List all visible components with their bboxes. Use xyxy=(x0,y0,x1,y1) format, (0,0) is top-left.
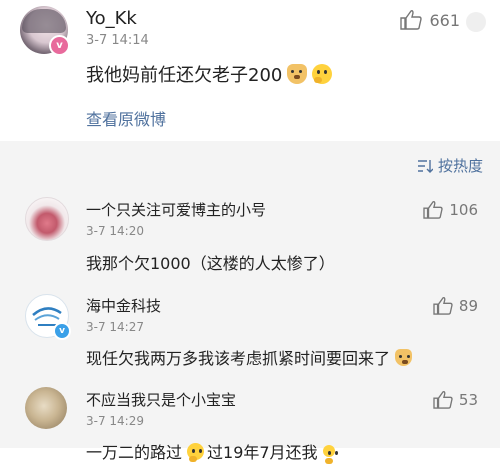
like-button[interactable]: 106 xyxy=(423,201,478,219)
avatar[interactable]: v xyxy=(20,6,70,56)
like-button[interactable]: 661 xyxy=(400,10,460,30)
avatar-image xyxy=(22,9,66,33)
main-comment: v Yo_Kk 3-7 14:14 661 我他妈前任还欠老子200 查看原微博 xyxy=(0,0,500,141)
reply-username[interactable]: 一个只关注可爱博主的小号 xyxy=(86,199,266,220)
reply-text: 现任欠我两万多我该考虑抓紧时间要回来了 xyxy=(86,345,413,369)
reply-time: 3-7 14:29 xyxy=(86,414,144,428)
sort-icon xyxy=(417,159,433,173)
reply-text-tail: 过19年7月还我 xyxy=(207,443,318,462)
thumbs-up-icon xyxy=(433,391,453,409)
verified-badge-icon: v xyxy=(53,322,71,340)
comment-text: 我他妈前任还欠老子200 xyxy=(86,61,333,87)
comment-text-content: 我他妈前任还欠老子200 xyxy=(86,65,283,86)
emoji-icon xyxy=(187,442,205,462)
reply-time: 3-7 14:27 xyxy=(86,320,144,334)
reply-text-content: 一万二的路过 xyxy=(86,443,183,462)
reply-text: 一万二的路过 过19年7月还我 xyxy=(86,439,335,464)
reply-username[interactable]: 不应当我只是个小宝宝 xyxy=(86,389,236,410)
more-icon[interactable] xyxy=(466,12,486,32)
comment-username[interactable]: Yo_Kk xyxy=(86,8,137,29)
doge-emoji-icon xyxy=(395,348,413,366)
verified-badge-icon: v xyxy=(49,35,70,56)
like-button[interactable]: 89 xyxy=(433,297,478,315)
emoji-icon xyxy=(322,445,335,464)
reply-text-content: 现任欠我两万多我该考虑抓紧时间要回来了 xyxy=(86,349,391,368)
reply-time: 3-7 14:20 xyxy=(86,224,144,238)
like-button[interactable]: 53 xyxy=(433,391,478,409)
like-count: 661 xyxy=(429,10,460,30)
avatar[interactable] xyxy=(25,387,67,429)
like-count: 89 xyxy=(458,297,478,315)
sort-label: 按热度 xyxy=(437,157,483,175)
comment-time: 3-7 14:14 xyxy=(86,33,149,48)
doge-emoji-icon xyxy=(287,64,308,84)
avatar[interactable]: v xyxy=(25,294,71,340)
sort-by-hot-button[interactable]: 按热度 xyxy=(417,155,483,176)
reply-text: 我那个欠1000（这楼的人太惨了） xyxy=(86,254,335,273)
like-count: 106 xyxy=(449,201,478,219)
thinking-emoji-icon xyxy=(312,64,333,84)
view-original-link[interactable]: 查看原微博 xyxy=(86,106,166,130)
avatar[interactable] xyxy=(25,197,69,241)
thumbs-up-icon xyxy=(400,10,423,30)
thumbs-up-icon xyxy=(433,297,453,315)
like-count: 53 xyxy=(458,391,478,409)
thumbs-up-icon xyxy=(423,201,444,219)
replies-panel: 按热度 一个只关注可爱博主的小号 3-7 14:20 106 我那个欠1000（… xyxy=(0,141,500,464)
reply-username[interactable]: 海中金科技 xyxy=(86,295,161,316)
